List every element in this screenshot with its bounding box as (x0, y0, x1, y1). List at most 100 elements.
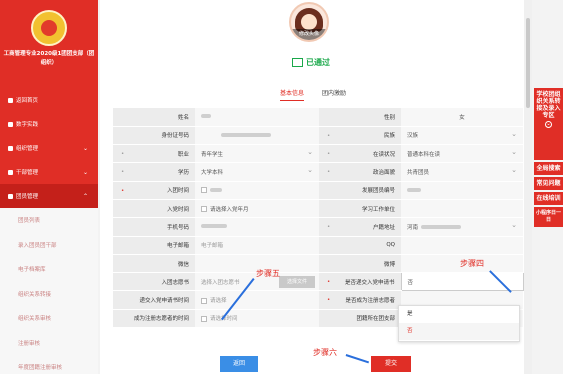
calendar-icon (201, 315, 207, 322)
required-mark: • (327, 297, 331, 304)
logo-area: 工商管理专业2020级1团团支部（团组织） (0, 0, 98, 88)
party-application-date-label: 递交入党申请书时间 (113, 290, 195, 310)
sidebar-subitem-member-list[interactable]: 团员列表 (0, 208, 98, 233)
org-icon (8, 145, 13, 151)
study-status-select[interactable]: 普通本科在读 (401, 144, 523, 164)
tab-basic-info[interactable]: 基本信息 (280, 88, 305, 101)
join-party-date-label: 入党时间 (113, 199, 195, 219)
id-number-field[interactable] (195, 126, 319, 146)
sidebar-submenu: 团员列表 录入团员团干部 电子档案库 组织关系转接 组织关系审核 注册审核 年度… (0, 208, 98, 374)
political-status-select[interactable]: 共青团员 (401, 162, 523, 182)
sidebar-item-org-management[interactable]: 组织管理 ⌄ (0, 136, 98, 160)
education-label: • 学历 (113, 162, 195, 182)
required-mark: • (327, 279, 331, 286)
choose-file-button[interactable]: 选择文件 (279, 276, 315, 289)
sidebar-item-label: 组织管理 (16, 146, 39, 152)
sidebar-subitem-transfer-review[interactable]: 组织关系审核 (0, 306, 98, 331)
scrollbar-thumb[interactable] (526, 18, 530, 108)
form-row: 入党时间 请选择入党年月 学习工作单位 (113, 199, 523, 219)
sidebar-item-practice[interactable]: 数字实践 (0, 112, 98, 136)
join-league-date-field[interactable] (195, 181, 319, 200)
submit-button[interactable]: 提交 (371, 356, 411, 372)
approved-icon (292, 58, 303, 67)
transfer-zone-link[interactable]: 学校团组织关系转接及录入专区 ⌄ (534, 88, 563, 160)
required-mark: • (121, 151, 125, 158)
party-application-select[interactable]: 否 (400, 272, 524, 292)
member-number-label: 发展团员编号 (319, 181, 401, 200)
political-status-label: • 政治面貌 (319, 162, 401, 182)
party-application-date-field[interactable]: 请选择 (195, 290, 319, 310)
annotation-step5: 步骤五 (256, 269, 280, 278)
occupation-label: • 职业 (113, 144, 195, 164)
form-row: •学历 大学本科 •政治面貌 共青团员 (113, 162, 523, 182)
work-unit-label: 学习工作单位 (319, 199, 401, 219)
dropdown-option-no[interactable]: 否 (399, 323, 519, 340)
status-text: 已通过 (306, 58, 330, 67)
name-field[interactable] (195, 108, 319, 127)
blurred-value (421, 225, 462, 230)
sidebar-item-cadre-management[interactable]: 干部管理 ⌄ (0, 160, 98, 184)
blurred-value (210, 188, 222, 193)
global-search-link[interactable]: 全局搜索 (534, 162, 563, 175)
ethnicity-select[interactable]: 汉族 (401, 126, 523, 146)
id-number-label: 身份证号码 (113, 126, 195, 146)
required-mark: • (121, 187, 125, 194)
mini-program-link[interactable]: 小程序日一日 (534, 207, 563, 227)
occupation-select[interactable]: 青年学生 (195, 144, 319, 164)
volunteer-date-field[interactable]: 请选择时间 (195, 309, 319, 329)
sidebar-subitem-transfer[interactable]: 组织关系转接 (0, 282, 98, 307)
sidebar-subitem-register-review[interactable]: 注册审核 (0, 331, 98, 356)
calendar-icon (201, 187, 207, 194)
tab-incentives[interactable]: 团内激励 (322, 88, 346, 101)
member-number-field[interactable] (401, 181, 523, 200)
sidebar: 工商管理专业2020级1团团支部（团组织） 返回首页 数字实践 组织管理 ⌄ 干… (0, 0, 98, 374)
join-league-date-label: • 入团时间 (113, 181, 195, 200)
required-mark: • (327, 169, 331, 176)
form-row: 身份证号码 • 民族 汉族 (113, 126, 523, 146)
online-training-link[interactable]: 在线培训 (534, 192, 563, 205)
dropdown-option-yes[interactable]: 是 (399, 306, 519, 323)
sidebar-item-home[interactable]: 返回首页 (0, 88, 98, 112)
member-icon (8, 193, 13, 199)
work-unit-field[interactable] (401, 199, 523, 219)
back-button[interactable]: 返回 (220, 356, 258, 372)
cadre-icon (8, 169, 13, 175)
join-party-date-field[interactable]: 请选择入党年月 (195, 199, 319, 219)
phone-label: 手机号码 (113, 217, 195, 237)
faq-link[interactable]: 常见问题 (534, 177, 563, 190)
tab-bar: 基本信息 团内激励 (280, 88, 364, 101)
name-label: 姓名 (113, 108, 195, 127)
required-mark: • (121, 169, 125, 176)
sidebar-item-label: 干部管理 (16, 170, 39, 176)
education-select[interactable]: 大学本科 (195, 162, 319, 182)
sidebar-subitem-enter-member[interactable]: 录入团员团干部 (0, 233, 98, 258)
annotation-step6: 步骤六 (313, 348, 337, 357)
chevron-down-icon: ⌄ (545, 121, 552, 128)
float-item-label: 学校团组织关系转接及录入专区 (536, 91, 561, 119)
sidebar-item-member-management[interactable]: 团员管理 ⌃ (0, 184, 98, 208)
party-application-dropdown: 是 否 (398, 305, 520, 342)
home-icon (8, 97, 13, 103)
sidebar-subitem-annual-register-review[interactable]: 年度团籍注册审核 (0, 355, 98, 374)
chevron-down-icon: ⌄ (82, 169, 88, 176)
sidebar-subitem-e-archive[interactable]: 电子档案库 (0, 257, 98, 282)
email-field[interactable]: 电子邮箱 (195, 236, 319, 255)
volunteer-label: • 是否成为注册志愿者 (319, 290, 401, 310)
required-mark: • (327, 151, 331, 158)
gender-field[interactable]: 女 (401, 108, 523, 127)
application-form-label: 入团志愿书 (113, 272, 195, 292)
league-branch-label: 团籍所在团支部 (319, 309, 401, 329)
chevron-down-icon: ⌄ (82, 145, 88, 152)
ethnicity-label: • 民族 (319, 126, 401, 146)
email-label: 电子邮箱 (113, 236, 195, 255)
status-badge: 已通过 (292, 57, 330, 68)
phone-field[interactable] (195, 217, 319, 237)
change-avatar-label[interactable]: 修改头像 (291, 29, 327, 40)
avatar[interactable]: 修改头像 (289, 2, 329, 42)
qq-field[interactable] (401, 236, 523, 255)
household-address-select[interactable]: 河南 (401, 217, 523, 237)
sidebar-item-label: 团员管理 (16, 194, 39, 200)
member-info-form: 姓名 性别 女 身份证号码 •民族 汉族 •职业 青年学生 •在读状况 普通本科… (113, 108, 524, 329)
volunteer-date-label: 成为注册志愿者的时间 (113, 309, 195, 329)
calendar-icon (201, 206, 207, 213)
